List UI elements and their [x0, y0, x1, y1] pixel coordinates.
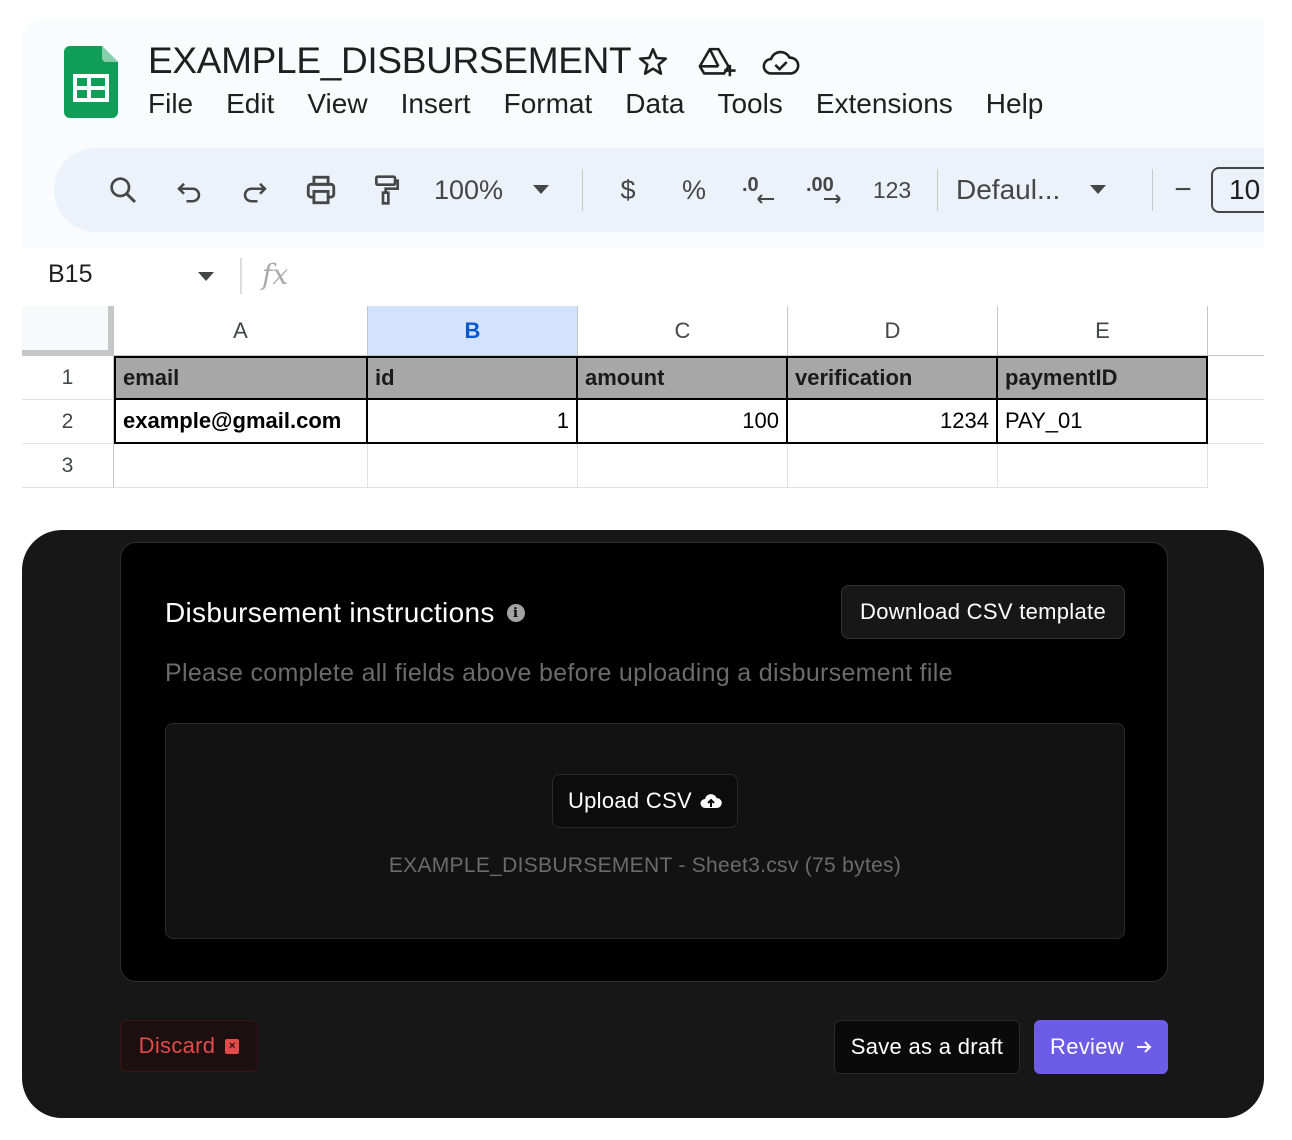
cell-d2[interactable]: 1234 [788, 400, 998, 444]
menu-insert[interactable]: Insert [401, 88, 471, 120]
decrease-decimal-button[interactable]: .0 [727, 166, 793, 214]
instructions-title: Disbursement instructions i [165, 597, 525, 629]
column-header-d[interactable]: D [788, 306, 998, 356]
currency-format-button[interactable]: $ [595, 166, 661, 214]
instructions-card: Disbursement instructions i Download CSV… [120, 542, 1168, 982]
download-csv-template-button[interactable]: Download CSV template [841, 585, 1125, 639]
cell-e2[interactable]: PAY_01 [998, 400, 1208, 444]
discard-button[interactable]: Discard × [120, 1020, 258, 1072]
column-header-b[interactable]: B [368, 306, 578, 356]
menu-edit[interactable]: Edit [226, 88, 274, 120]
font-select[interactable]: Defaul... [950, 166, 1140, 214]
font-value: Defaul... [956, 174, 1061, 205]
chevron-down-icon [533, 185, 550, 194]
column-header-f[interactable] [1208, 306, 1264, 356]
cell-c3[interactable] [578, 444, 788, 488]
cell-e1[interactable]: paymentID [998, 356, 1208, 400]
number-format-button[interactable]: 123 [859, 166, 925, 214]
cell-f1[interactable] [1208, 356, 1264, 400]
increase-decimal-button[interactable]: .00 [793, 166, 859, 214]
decrease-decimal-label: .0 [742, 174, 759, 196]
cloud-saved-icon[interactable] [760, 44, 802, 80]
info-icon[interactable]: i [506, 604, 525, 622]
undo-icon[interactable] [156, 166, 222, 214]
csv-dropzone[interactable]: Upload CSV EXAMPLE_DISBURSEMENT - Sheet3… [165, 723, 1125, 939]
chevron-down-icon [1090, 185, 1107, 194]
menu-help[interactable]: Help [986, 88, 1044, 120]
cell-f2[interactable] [1208, 400, 1264, 444]
formula-divider [240, 258, 242, 294]
toolbar: 100% $ % .0 .00 123 Defaul... − 10 [54, 148, 1264, 232]
menu-view[interactable]: View [307, 88, 367, 120]
redo-icon[interactable] [222, 166, 288, 214]
title-icons [632, 44, 802, 80]
search-icon[interactable] [90, 166, 156, 214]
cell-a2[interactable]: example@gmail.com [114, 400, 368, 444]
zoom-select[interactable]: 100% [420, 166, 570, 214]
cell-d1[interactable]: verification [788, 356, 998, 400]
review-label: Review [1050, 1034, 1124, 1059]
cell-b3[interactable] [368, 444, 578, 488]
column-header-a[interactable]: A [114, 306, 368, 356]
menu-extensions[interactable]: Extensions [816, 88, 953, 120]
cell-e3[interactable] [998, 444, 1208, 488]
arrow-right-icon [1136, 1041, 1152, 1053]
review-button[interactable]: Review [1034, 1020, 1168, 1074]
increase-decimal-label: .00 [806, 174, 834, 196]
cell-d3[interactable] [788, 444, 998, 488]
toolbar-divider [582, 169, 583, 211]
column-header-e[interactable]: E [998, 306, 1208, 356]
star-icon[interactable] [632, 44, 674, 80]
instructions-title-text: Disbursement instructions [165, 597, 495, 628]
select-all-corner[interactable] [22, 306, 114, 356]
cell-b1[interactable]: id [368, 356, 578, 400]
cell-b2[interactable]: 1 [368, 400, 578, 444]
disbursement-panel: Disbursement instructions i Download CSV… [22, 530, 1264, 1118]
print-icon[interactable] [288, 166, 354, 214]
spreadsheet-grid: A B C D E 1 2 3 email id amount verifica… [22, 306, 1264, 488]
cell-a3[interactable] [114, 444, 368, 488]
upload-csv-button[interactable]: Upload CSV [552, 774, 738, 828]
cell-c2[interactable]: 100 [578, 400, 788, 444]
upload-csv-label: Upload CSV [567, 788, 693, 813]
font-size-input[interactable]: 10 [1211, 167, 1264, 213]
zoom-value: 100% [434, 174, 504, 205]
instructions-note: Please complete all fields above before … [165, 659, 953, 687]
chevron-down-icon[interactable] [198, 272, 214, 282]
uploaded-file-info: EXAMPLE_DISBURSEMENT - Sheet3.csv (75 by… [388, 854, 902, 877]
font-size-decrease-button[interactable]: − [1165, 166, 1201, 214]
percent-format-button[interactable]: % [661, 166, 727, 214]
menu-data[interactable]: Data [625, 88, 684, 120]
column-header-c[interactable]: C [578, 306, 788, 356]
close-box-icon: × [225, 1038, 240, 1054]
document-title[interactable]: EXAMPLE_DISBURSEMENT [148, 40, 632, 82]
cell-a1[interactable]: email [114, 356, 368, 400]
menu-file[interactable]: File [148, 88, 193, 120]
paint-format-icon[interactable] [354, 166, 420, 214]
row-header-2[interactable]: 2 [22, 400, 114, 444]
save-draft-button[interactable]: Save as a draft [834, 1020, 1020, 1074]
name-box[interactable]: B15 [48, 260, 92, 289]
toolbar-divider [937, 169, 938, 211]
sheets-window: EXAMPLE_DISBURSEMENT File Edit View Inse… [22, 18, 1264, 248]
move-to-drive-icon[interactable] [696, 44, 738, 80]
row-header-3[interactable]: 3 [22, 444, 114, 488]
sheets-logo-icon[interactable] [64, 46, 118, 118]
fx-icon: fx [262, 258, 289, 291]
row-header-1[interactable]: 1 [22, 356, 114, 400]
cell-c1[interactable]: amount [578, 356, 788, 400]
cloud-upload-icon [700, 794, 722, 808]
menu-format[interactable]: Format [504, 88, 593, 120]
toolbar-divider [1152, 169, 1153, 211]
menu-bar: File Edit View Insert Format Data Tools … [148, 88, 1043, 120]
discard-label: Discard [138, 1033, 216, 1058]
menu-tools[interactable]: Tools [717, 88, 782, 120]
